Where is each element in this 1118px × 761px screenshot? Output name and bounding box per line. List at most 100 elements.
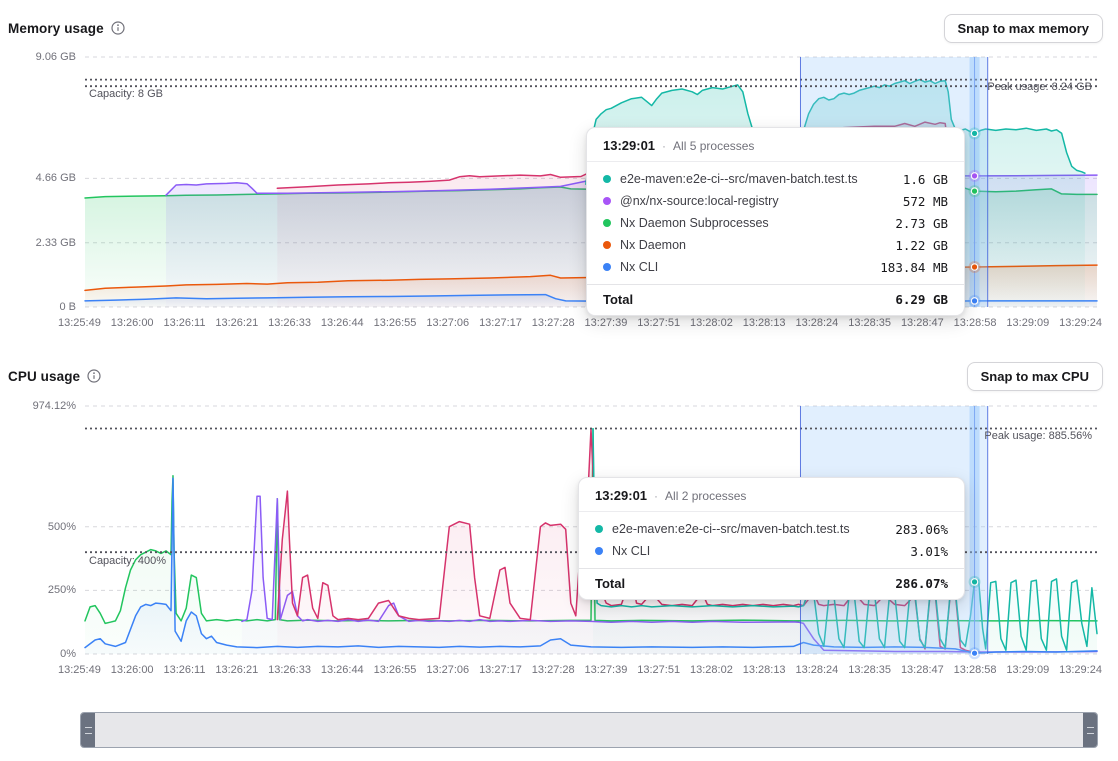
memory-x-axis: 13:25:49 13:26:00 13:26:11 13:26:21 13:26:33… xyxy=(58,317,1102,329)
x-axis-label: 13:26:33 xyxy=(268,317,311,329)
info-circle-icon xyxy=(87,369,101,383)
x-axis-label: 13:25:49 xyxy=(58,317,101,329)
cpu-capacity-label: Capacity: 400% xyxy=(89,555,166,567)
brush-handle-left[interactable] xyxy=(81,713,95,747)
tooltip-header: 13:29:01 · All 2 processes xyxy=(579,478,964,512)
memory-hover-tooltip: 13:29:01 · All 5 processes e2e-maven:e2e… xyxy=(586,127,965,316)
process-name: Nx Daemon Subprocesses xyxy=(620,216,885,230)
grip-icon xyxy=(1087,727,1094,734)
x-axis-label: 13:26:11 xyxy=(163,317,205,329)
info-icon[interactable] xyxy=(111,21,125,35)
y-axis-label: 9.06 GB xyxy=(0,49,76,65)
x-axis-label: 13:28:13 xyxy=(743,317,786,329)
tooltip-total-row: Total 6.29 GB xyxy=(587,284,964,315)
x-axis-label: 13:29:24 xyxy=(1059,664,1102,676)
grip-icon xyxy=(85,727,92,734)
x-axis-label: 13:28:02 xyxy=(690,664,733,676)
cpu-peak-label: Peak usage: 885.56% xyxy=(984,430,1092,442)
tooltip-process-row: e2e-maven:e2e-ci--src/maven-batch.test.t… xyxy=(595,518,948,540)
process-name: Nx Daemon xyxy=(620,238,885,252)
x-axis-label: 13:27:28 xyxy=(532,664,575,676)
x-axis-label: 13:26:00 xyxy=(111,317,154,329)
tooltip-process-row: Nx Daemon Subprocesses2.73 GB xyxy=(603,212,948,234)
cpu-usage-title: CPU usage xyxy=(8,369,80,384)
process-resource-usage-page: Memory usage Snap to max memory 9.06 GB 4… xyxy=(0,0,1118,761)
cpu-section-header: CPU usage Snap to max CPU xyxy=(8,361,1103,391)
x-axis-label: 13:27:06 xyxy=(426,317,469,329)
x-axis-label: 13:27:06 xyxy=(426,664,469,676)
dot-separator: · xyxy=(654,489,658,503)
process-name: e2e-maven:e2e-ci--src/maven-batch.test.t… xyxy=(620,172,893,186)
tooltip-time: 13:29:01 xyxy=(603,138,655,153)
memory-capacity-label: Capacity: 8 GB xyxy=(89,88,163,100)
y-axis-label: 2.33 GB xyxy=(0,235,76,251)
series-color-dot xyxy=(603,219,611,227)
x-axis-label: 13:28:13 xyxy=(743,664,786,676)
y-axis-label: 500% xyxy=(0,519,76,535)
tooltip-time: 13:29:01 xyxy=(595,488,647,503)
tooltip-header: 13:29:01 · All 5 processes xyxy=(587,128,964,162)
total-label: Total xyxy=(603,292,885,307)
x-axis-label: 13:28:58 xyxy=(954,317,997,329)
process-value: 572 MB xyxy=(903,194,948,209)
process-name: Nx CLI xyxy=(612,544,900,558)
x-axis-label: 13:29:09 xyxy=(1006,664,1049,676)
x-axis-label: 13:27:39 xyxy=(585,664,628,676)
info-circle-icon xyxy=(111,21,125,35)
x-axis-label: 13:28:35 xyxy=(848,664,891,676)
y-axis-label: 0% xyxy=(0,646,76,662)
y-axis-label: 974.12% xyxy=(0,398,76,414)
x-axis-label: 13:27:17 xyxy=(479,664,522,676)
x-axis-label: 13:28:58 xyxy=(954,664,997,676)
brush-handle-right[interactable] xyxy=(1083,713,1097,747)
series-color-dot xyxy=(603,175,611,183)
series-color-dot xyxy=(603,197,611,205)
x-axis-label: 13:27:17 xyxy=(479,317,522,329)
x-axis-label: 13:26:44 xyxy=(321,317,364,329)
x-axis-label: 13:26:44 xyxy=(321,664,364,676)
tooltip-process-row: e2e-maven:e2e-ci--src/maven-batch.test.t… xyxy=(603,168,948,190)
x-axis-label: 13:26:00 xyxy=(111,664,154,676)
snap-to-max-cpu-button[interactable]: Snap to max CPU xyxy=(967,362,1103,391)
x-axis-label: 13:26:11 xyxy=(163,664,205,676)
tooltip-process-row: Nx CLI 3.01% xyxy=(595,540,948,562)
series-color-dot xyxy=(595,525,603,533)
x-axis-label: 13:26:21 xyxy=(215,317,258,329)
process-value: 3.01% xyxy=(910,544,948,559)
x-axis-label: 13:28:35 xyxy=(848,317,891,329)
total-label: Total xyxy=(595,576,885,591)
x-axis-label: 13:27:51 xyxy=(637,317,680,329)
process-value: 1.6 GB xyxy=(903,172,948,187)
tooltip-rows: e2e-maven:e2e-ci--src/maven-batch.test.t… xyxy=(587,162,964,284)
y-axis-label: 0 B xyxy=(0,299,76,315)
cpu-hover-tooltip: 13:29:01 · All 2 processes e2e-maven:e2e… xyxy=(578,477,965,600)
tooltip-total-row: Total 286.07% xyxy=(579,568,964,599)
process-value: 183.84 MB xyxy=(880,260,948,275)
x-axis-label: 13:28:24 xyxy=(795,664,838,676)
cpu-x-axis: 13:25:49 13:26:00 13:26:11 13:26:21 13:26:33… xyxy=(58,664,1102,676)
x-axis-label: 13:27:39 xyxy=(585,317,628,329)
y-axis-label: 250% xyxy=(0,582,76,598)
y-axis-label: 4.66 GB xyxy=(0,170,76,186)
process-value: 283.06% xyxy=(895,522,948,537)
memory-peak-label: Peak usage: 8.24 GB xyxy=(987,81,1092,93)
process-name: e2e-maven:e2e-ci--src/maven-batch.test.t… xyxy=(612,522,885,536)
series-color-dot xyxy=(595,547,603,555)
process-name: Nx CLI xyxy=(620,260,870,274)
x-axis-label: 13:26:33 xyxy=(268,664,311,676)
x-axis-label: 13:25:49 xyxy=(58,664,101,676)
total-value: 6.29 GB xyxy=(895,292,948,307)
snap-to-max-memory-button[interactable]: Snap to max memory xyxy=(944,14,1104,43)
process-value: 1.22 GB xyxy=(895,238,948,253)
x-axis-label: 13:28:02 xyxy=(690,317,733,329)
x-axis-label: 13:26:21 xyxy=(215,664,258,676)
tooltip-process-row: Nx Daemon 1.22 GB xyxy=(603,234,948,256)
x-axis-label: 13:28:47 xyxy=(901,317,944,329)
memory-usage-title: Memory usage xyxy=(8,21,104,36)
dot-separator: · xyxy=(662,139,666,153)
tooltip-rows: e2e-maven:e2e-ci--src/maven-batch.test.t… xyxy=(579,512,964,568)
info-icon[interactable] xyxy=(87,369,101,383)
timeline-brush[interactable] xyxy=(80,712,1098,748)
tooltip-process-row: Nx CLI 183.84 MB xyxy=(603,256,948,278)
total-value: 286.07% xyxy=(895,576,948,591)
